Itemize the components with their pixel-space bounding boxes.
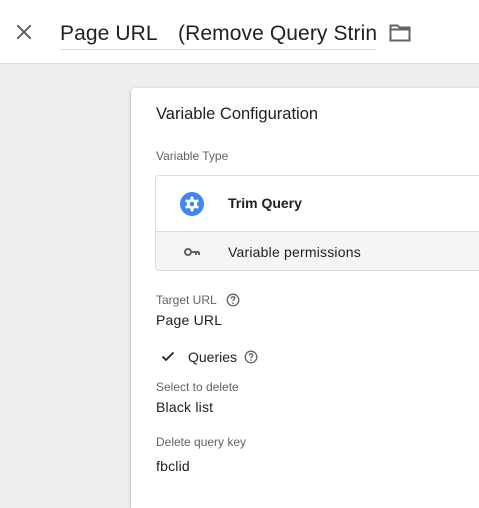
close-button[interactable] (12, 20, 36, 44)
title-field (60, 14, 376, 50)
select-to-delete-value: Black list (156, 399, 214, 415)
variable-type-name: Trim Query (228, 195, 302, 211)
variable-permissions-label: Variable permissions (228, 244, 361, 260)
key-icon (184, 248, 200, 256)
variable-permissions-row[interactable]: Variable permissions (156, 231, 479, 270)
gear-icon (180, 192, 204, 216)
queries-label: Queries (188, 349, 238, 365)
variable-name-input[interactable] (60, 14, 376, 49)
variable-type-label: Variable Type (156, 149, 229, 163)
close-icon (16, 24, 32, 40)
folder-button[interactable] (388, 21, 412, 45)
target-url-label: Target URL (156, 293, 217, 307)
editor-header (0, 0, 479, 64)
check-icon[interactable] (160, 348, 176, 364)
card-title: Variable Configuration (156, 105, 319, 123)
select-to-delete-label: Select to delete (156, 380, 239, 394)
target-url-value: Page URL (156, 312, 223, 328)
variable-type-selector[interactable]: Trim Query (156, 176, 479, 231)
help-icon[interactable] (244, 350, 258, 364)
variable-configuration-card: Variable Configuration Variable Type Tri… (131, 88, 479, 508)
help-icon[interactable] (226, 293, 240, 307)
delete-query-key-label: Delete query key (156, 435, 247, 449)
folder-icon (389, 24, 411, 42)
variable-type-box: Trim Query Variable permissions (155, 175, 479, 271)
delete-query-key-value: fbclid (156, 458, 190, 474)
